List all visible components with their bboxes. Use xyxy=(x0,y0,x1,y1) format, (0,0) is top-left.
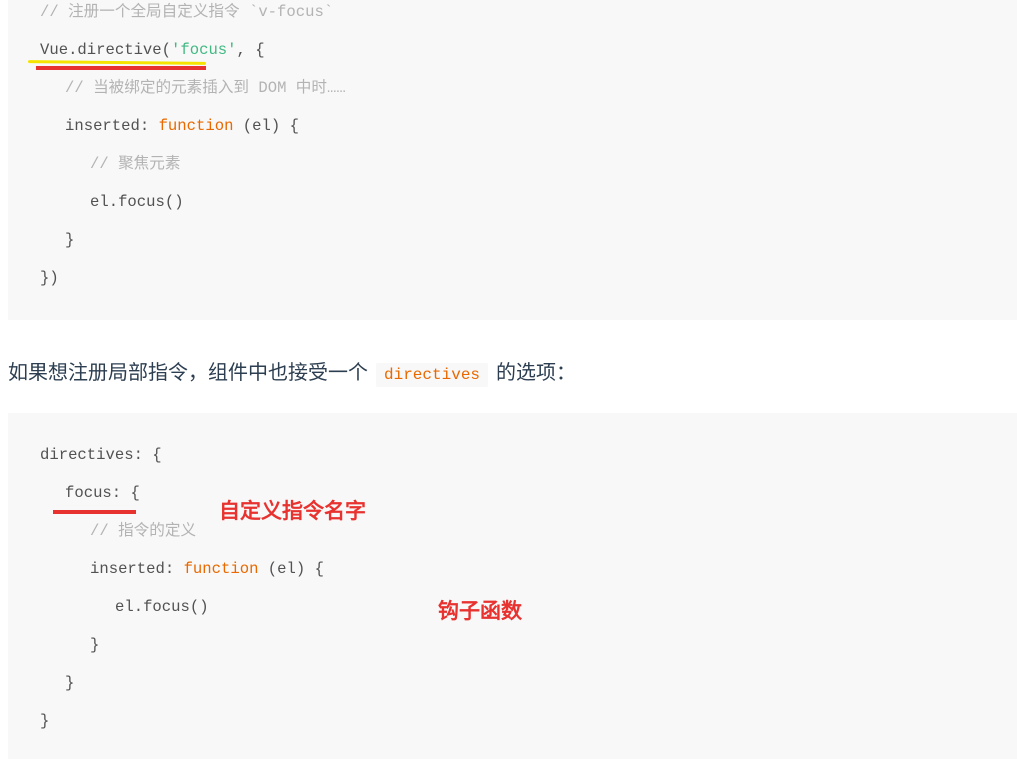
code-line: }) xyxy=(40,268,59,288)
code-token: inserted: xyxy=(65,117,159,135)
code-token: } xyxy=(90,636,100,654)
code-line: } xyxy=(65,230,74,250)
code-token: (el) { xyxy=(233,117,299,135)
code-token: el.focus() xyxy=(115,598,209,616)
code-token: el.focus() xyxy=(90,193,184,211)
code-line: // 当被绑定的元素插入到 DOM 中时…… xyxy=(65,78,346,98)
code-line: inserted: function (el) { xyxy=(90,559,324,579)
code-line: // 指令的定义 xyxy=(90,521,196,541)
code-token: Vue.directive( xyxy=(40,41,172,59)
red-underline-vue-directive xyxy=(36,66,206,70)
code-block-local-directives: directives: { focus: { // 指令的定义 inserted: f… xyxy=(8,413,1017,759)
code-line: // 聚焦元素 xyxy=(90,154,180,174)
code-keyword: function xyxy=(158,117,234,135)
code-line: directives: { xyxy=(40,445,162,465)
paragraph-text-before: 如果想注册局部指令，组件中也接受一个 xyxy=(8,360,368,384)
code-line: Vue.directive('focus', { xyxy=(40,40,265,60)
annotation-hook-function: 钩子函数 xyxy=(438,599,522,623)
code-token: } xyxy=(65,231,75,249)
code-comment: // 聚焦元素 xyxy=(90,155,181,173)
code-line: el.focus() xyxy=(90,192,184,212)
code-token: } xyxy=(65,674,75,692)
code-token: } xyxy=(40,712,50,730)
code-line: } xyxy=(40,711,49,731)
code-line: el.focus() xyxy=(115,597,209,617)
code-comment: // 当被绑定的元素插入到 DOM 中时…… xyxy=(65,79,346,97)
paragraph-local-directives: 如果想注册局部指令，组件中也接受一个 directives 的选项： xyxy=(8,358,576,389)
code-line: } xyxy=(65,673,74,693)
red-underline-focus xyxy=(53,510,136,514)
annotation-directive-name: 自定义指令名字 xyxy=(219,499,366,523)
code-line: // 注册一个全局自定义指令 `v-focus` xyxy=(40,2,333,22)
paragraph-text-after: 的选项： xyxy=(496,360,577,384)
code-line: focus: { xyxy=(65,483,140,503)
inline-code-directives: directives xyxy=(376,363,489,387)
code-token: inserted: xyxy=(90,560,184,578)
code-line: } xyxy=(90,635,99,655)
code-keyword: function xyxy=(183,560,259,578)
code-token: directives: { xyxy=(40,446,162,464)
code-token: , { xyxy=(236,41,265,59)
code-line: inserted: function (el) { xyxy=(65,116,299,136)
code-block-global-directive: // 注册一个全局自定义指令 `v-focus` Vue.directive('f… xyxy=(8,0,1017,320)
code-comment: // 指令的定义 xyxy=(90,522,197,540)
code-token: focus: { xyxy=(65,484,140,502)
code-string: 'focus' xyxy=(171,41,237,59)
code-token: (el) { xyxy=(258,560,324,578)
code-token: }) xyxy=(40,269,59,287)
code-comment: // 注册一个全局自定义指令 `v-focus` xyxy=(40,3,334,21)
